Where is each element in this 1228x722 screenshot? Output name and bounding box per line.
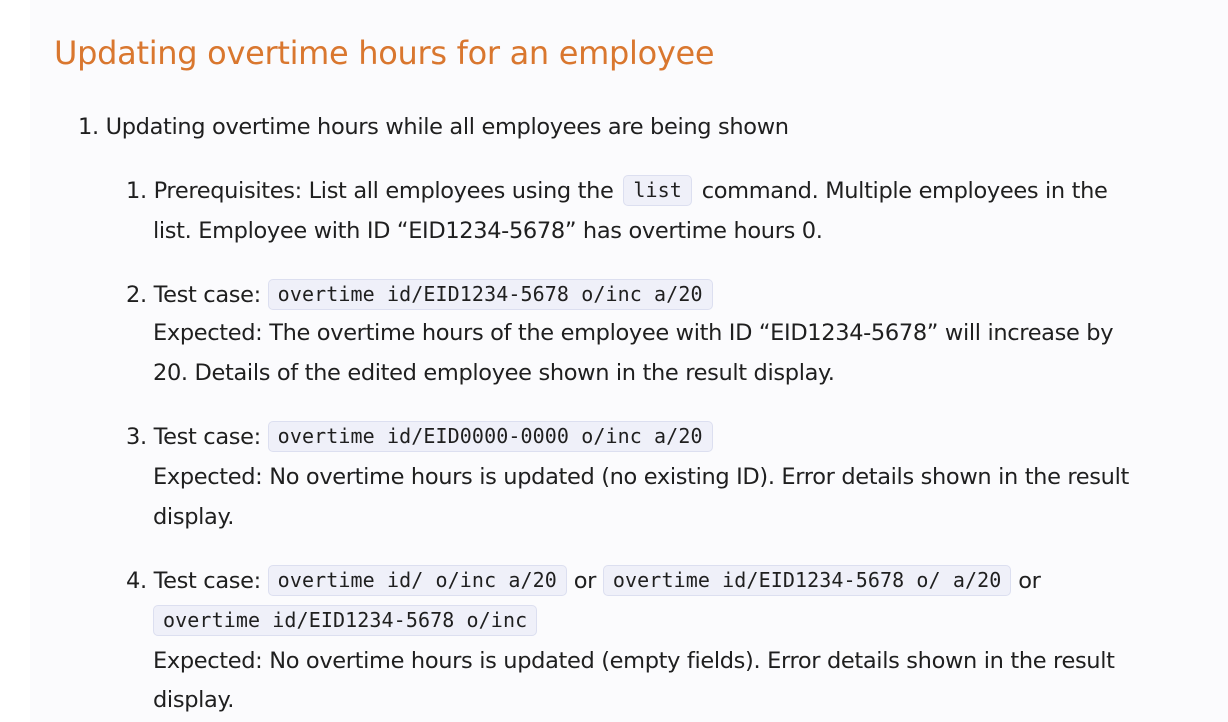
test-case-command-code-2: overtime id/EID1234-5678 o/ a/20 [602,565,1012,596]
sub-item-1-post-text: command. Multiple employees in the [701,178,1108,204]
test-case-command-code: overtime id/EID1234-5678 o/inc a/20 [267,279,713,310]
sub-item-3-expected-line-2: display. [153,504,235,530]
sub-item-4-test-case: 4. Test case: overtime id/ o/inc a/20 or… [126,565,1041,596]
section-heading: Updating overtime hours for an employee [54,34,715,72]
test-case-command-code-3: overtime id/EID1234-5678 o/inc [153,605,538,636]
or-separator: or [573,568,597,594]
outer-item-number: 1. [78,114,99,140]
sub-item-3-number: 3. [126,424,147,450]
sub-item-3-expected-line-1: Expected: No overtime hours is updated (… [153,464,1129,490]
sub-item-4-expected-line-2: display. [153,687,235,713]
outer-item-text: Updating overtime hours while all employ… [105,114,789,140]
test-case-command-code: overtime id/EID0000-0000 o/inc a/20 [267,421,713,452]
or-separator: or [1018,568,1041,594]
sub-item-1-prerequisite-text: Prerequisites: List all employees using … [153,178,614,204]
sub-item-3-test-case: 3. Test case: overtime id/EID0000-0000 o… [126,421,713,452]
outer-list-item: 1. Updating overtime hours while all emp… [78,112,789,142]
sub-item-2-expected-line-1: Expected: The overtime hours of the empl… [153,320,1114,346]
sub-item-1-number: 1. [126,178,147,204]
test-case-label: Test case: [153,568,262,594]
sub-item-2-number: 2. [126,282,147,308]
sub-item-2-expected-line-2: 20. Details of the edited employee shown… [153,360,835,386]
sub-item-4-expected-line-1: Expected: No overtime hours is updated (… [153,648,1115,674]
list-command-code: list [623,175,692,206]
test-case-command-code-1: overtime id/ o/inc a/20 [267,565,567,596]
sub-item-1-line-2: list. Employee with ID “EID1234-5678” ha… [153,218,823,244]
sub-item-4-test-case-cont: overtime id/EID1234-5678 o/inc [153,605,538,636]
test-case-label: Test case: [153,282,262,308]
sub-item-4-number: 4. [126,568,147,594]
test-case-label: Test case: [153,424,262,450]
sub-item-2-test-case: 2. Test case: overtime id/EID1234-5678 o… [126,279,713,310]
sub-item-1-line-1: 1. Prerequisites: List all employees usi… [126,175,1108,206]
